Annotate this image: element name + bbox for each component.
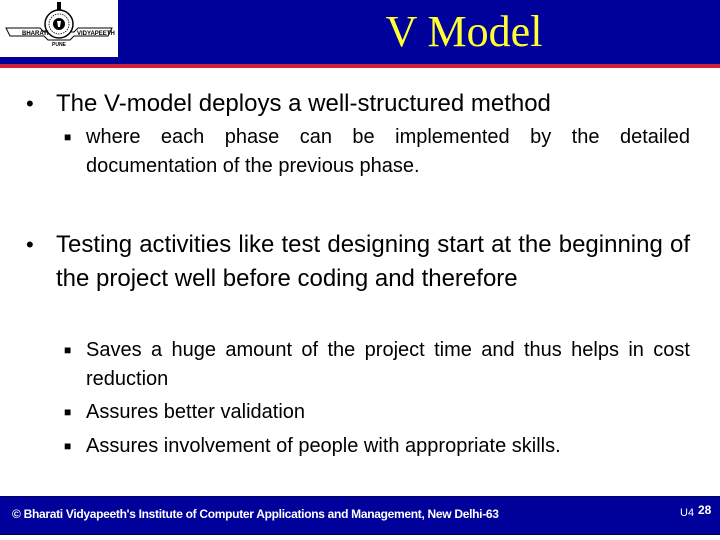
sub-bullet-icon: ■ <box>64 343 72 357</box>
bullet-icon: • <box>26 91 34 116</box>
header-divider <box>0 64 720 68</box>
emblem-icon: BHARATI VIDYAPEETH PUNE <box>5 2 115 48</box>
slide-title: V Model <box>385 7 543 56</box>
unit-label: U4 <box>680 507 695 519</box>
sub-bullet-text: where each phase can be implemented by t… <box>86 126 690 177</box>
slide-footer: © Bharati Vidyapeeth's Institute of Comp… <box>0 496 720 535</box>
bullet-item: • The V-model deploys a well-structured … <box>26 87 690 121</box>
sub-bullet-icon: ■ <box>64 439 72 453</box>
page-number: 28 <box>698 503 712 517</box>
copyright-text: © Bharati Vidyapeeth's Institute of Comp… <box>12 507 499 521</box>
logo-bottom-text: PUNE <box>52 42 67 48</box>
bullet-item: • Testing activities like test designing… <box>26 228 690 296</box>
sub-bullet-icon: ■ <box>64 405 72 419</box>
sub-bullet-item: ■ where each phase can be implemented by… <box>64 123 690 181</box>
sub-bullet-item: ■ Saves a huge amount of the project tim… <box>64 336 690 394</box>
slide-header: BHARATI VIDYAPEETH PUNE V Model <box>0 0 720 64</box>
bullet-text: Testing activities like test designing s… <box>56 231 690 292</box>
logo-left-text: BHARATI <box>22 31 49 37</box>
sub-bullet-text: Assures better validation <box>86 401 306 423</box>
sub-bullet-item: ■ Assures involvement of people with app… <box>64 432 690 461</box>
logo-right-text: VIDYAPEETH <box>77 31 115 37</box>
sub-bullet-text: Saves a huge amount of the project time … <box>86 339 690 390</box>
bullet-icon: • <box>26 232 34 257</box>
institution-logo: BHARATI VIDYAPEETH PUNE <box>0 0 118 57</box>
sub-bullet-text: Assures involvement of people with appro… <box>86 435 561 457</box>
sub-bullet-item: ■ Assures better validation <box>64 398 690 427</box>
bullet-text: The V-model deploys a well-structured me… <box>56 90 551 117</box>
sub-bullet-icon: ■ <box>64 130 72 144</box>
